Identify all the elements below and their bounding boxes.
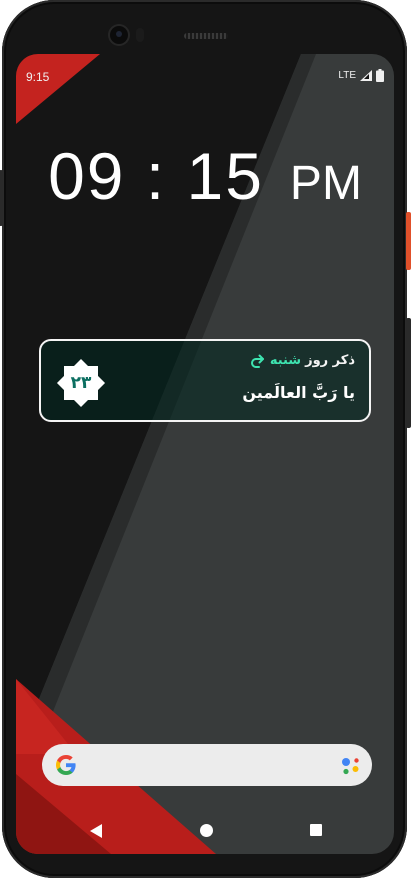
status-icons: LTE bbox=[338, 69, 384, 82]
back-icon[interactable] bbox=[90, 824, 104, 838]
lockscreen-clock: 09 : 15 PM bbox=[16, 138, 394, 214]
phone-frame: 9:15 LTE 09 : 15 PM ۲۳ شنبه ذکر روز یا ر… bbox=[0, 0, 411, 878]
clock-ampm: PM bbox=[289, 157, 362, 210]
signal-icon bbox=[360, 70, 372, 81]
day-number: ۲۳ bbox=[70, 373, 92, 393]
status-bar: 9:15 LTE bbox=[16, 54, 394, 100]
battery-icon bbox=[376, 69, 384, 82]
recents-icon[interactable] bbox=[310, 824, 322, 836]
google-icon bbox=[56, 755, 76, 775]
google-search-bar[interactable] bbox=[42, 744, 372, 786]
volume-button bbox=[406, 318, 411, 428]
front-camera-icon bbox=[110, 26, 128, 44]
volume-left-button bbox=[0, 170, 3, 226]
widget-title-label: ذکر روز bbox=[305, 353, 355, 368]
widget-title: شنبه ذکر روز bbox=[250, 353, 355, 368]
home-icon[interactable] bbox=[200, 824, 213, 837]
navigation-bar bbox=[16, 814, 394, 854]
zikr-text: یا رَبَّ العالَمین bbox=[242, 383, 355, 402]
network-type-label: LTE bbox=[338, 70, 356, 81]
day-number-badge: ۲۳ bbox=[55, 357, 107, 409]
lock-screen: 9:15 LTE 09 : 15 PM ۲۳ شنبه ذکر روز یا ر… bbox=[16, 54, 394, 854]
zikr-widget[interactable]: ۲۳ شنبه ذکر روز یا رَبَّ العالَمین bbox=[39, 339, 371, 422]
sensor-icon bbox=[136, 28, 144, 42]
widget-day-name: شنبه bbox=[269, 353, 302, 368]
power-button bbox=[406, 212, 411, 270]
redo-arrow-icon[interactable] bbox=[250, 354, 266, 368]
earpiece-speaker bbox=[184, 33, 228, 39]
status-time: 9:15 bbox=[26, 70, 50, 84]
clock-time: 09 : 15 bbox=[48, 139, 264, 213]
assistant-icon[interactable] bbox=[340, 755, 362, 777]
